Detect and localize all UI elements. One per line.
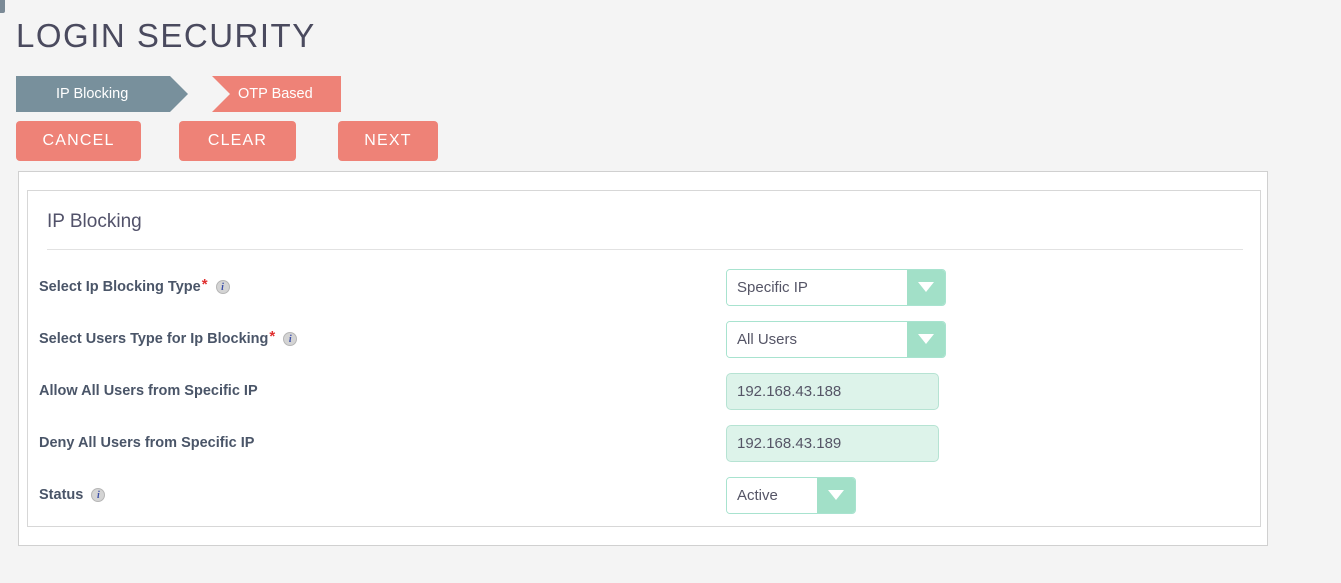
label-deny-ip: Deny All Users from Specific IP	[39, 435, 254, 451]
ip-blocking-card: IP Blocking Select Ip Blocking Type * i …	[27, 190, 1261, 527]
cancel-button[interactable]: CANCEL	[16, 121, 141, 161]
blocking-type-select[interactable]: Specific IP	[726, 268, 946, 306]
status-value: Active	[727, 477, 817, 513]
info-icon[interactable]: i	[283, 332, 298, 346]
label-allow-ip: Allow All Users from Specific IP	[39, 383, 258, 399]
label-users-type: Select Users Type for Ip Blocking * i	[39, 327, 298, 348]
form-row-blocking-type: Select Ip Blocking Type * i Specific IP	[28, 261, 1260, 313]
required-asterisk: *	[269, 327, 276, 345]
label-blocking-type-text: Select Ip Blocking Type	[39, 279, 201, 295]
step-breadcrumb: IP Blocking OTP Based	[16, 76, 341, 112]
required-asterisk: *	[201, 275, 208, 293]
info-icon[interactable]: i	[91, 488, 106, 502]
info-icon[interactable]: i	[215, 280, 230, 294]
form-row-allow-ip: Allow All Users from Specific IP	[28, 365, 1260, 417]
label-allow-ip-text: Allow All Users from Specific IP	[39, 383, 258, 399]
card-title: IP Blocking	[47, 211, 142, 232]
chevron-down-icon[interactable]	[817, 477, 855, 513]
card-divider	[47, 249, 1243, 250]
form-row-status: Status i Active	[28, 469, 1260, 521]
control-users-type: All Users	[726, 320, 946, 358]
label-blocking-type: Select Ip Blocking Type * i	[39, 275, 230, 296]
label-deny-ip-text: Deny All Users from Specific IP	[39, 435, 255, 451]
page-title: LOGIN SECURITY	[16, 17, 316, 54]
step-ip-blocking-label: IP Blocking	[56, 86, 129, 102]
next-button[interactable]: NEXT	[338, 121, 438, 161]
control-blocking-type: Specific IP	[726, 268, 946, 306]
blocking-type-value: Specific IP	[727, 269, 907, 305]
action-button-group: CANCEL CLEAR NEXT	[16, 121, 438, 161]
step-otp-based[interactable]: OTP Based	[212, 76, 341, 112]
chevron-down-icon[interactable]	[907, 321, 945, 357]
users-type-select[interactable]: All Users	[726, 320, 946, 358]
deny-ip-input[interactable]	[726, 424, 939, 462]
step-ip-blocking[interactable]: IP Blocking	[16, 76, 188, 112]
label-users-type-text: Select Users Type for Ip Blocking	[39, 331, 269, 347]
control-allow-ip	[726, 372, 939, 410]
label-status: Status i	[39, 487, 106, 503]
clear-button[interactable]: CLEAR	[179, 121, 296, 161]
ip-blocking-form: Select Ip Blocking Type * i Specific IP …	[28, 261, 1260, 521]
label-status-text: Status	[39, 487, 84, 503]
control-status: Active	[726, 476, 856, 514]
control-deny-ip	[726, 424, 939, 462]
corner-artifact	[0, 0, 5, 13]
chevron-down-icon[interactable]	[907, 269, 945, 305]
allow-ip-input[interactable]	[726, 372, 939, 410]
status-select[interactable]: Active	[726, 476, 856, 514]
users-type-value: All Users	[727, 321, 907, 357]
form-row-deny-ip: Deny All Users from Specific IP	[28, 417, 1260, 469]
step-otp-based-label: OTP Based	[238, 86, 313, 102]
form-row-users-type: Select Users Type for Ip Blocking * i Al…	[28, 313, 1260, 365]
